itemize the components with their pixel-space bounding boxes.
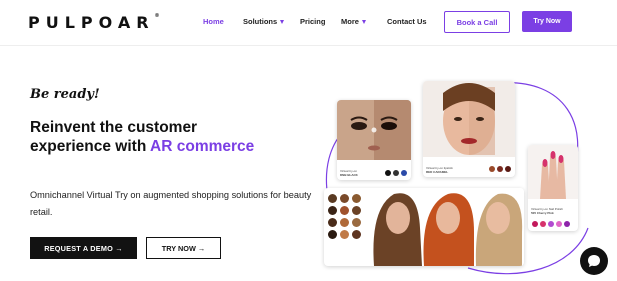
chevron-down-icon [361,20,366,25]
arrow-right-icon: → [197,243,206,253]
chat-button[interactable] [580,247,608,275]
site-header: PULPOAR® Home Solutions Pricing More Con… [0,0,617,46]
hair-photos [370,188,524,266]
lips-swatches [489,166,511,172]
hero-tagline: Be ready! [30,87,100,102]
eyes-photo [337,100,411,160]
book-call-button[interactable]: Book a Call [444,11,510,33]
hair-color-swatches [328,194,368,239]
nails-swatches [532,221,570,227]
brand-logo[interactable]: PULPOAR® [28,13,160,32]
chevron-down-icon [280,20,285,25]
headline-accent: AR commerce [150,138,255,155]
request-demo-button[interactable]: REQUEST A DEMO → [30,237,137,259]
hair-tryon-card [324,188,524,266]
eyes-product-label: Virtual try-on DNB BLACK [340,169,358,177]
hero-illustration: Virtual try-on DNB BLACK Virtual try-on l… [318,78,608,278]
nav-more[interactable]: More [341,17,366,26]
try-now-header-button[interactable]: Try Now [522,11,572,32]
nails-photo [528,145,578,199]
try-now-button[interactable]: TRY NOW → [146,237,221,259]
nails-tryon-card: Virtual try-on Nail Polish 505 Cherry Pin… [528,145,578,231]
nav-pricing[interactable]: Pricing [300,17,325,26]
hero-headline: Reinvent the customer experience with AR… [30,119,255,155]
arrow-right-icon: → [115,243,123,253]
chat-icon [588,255,600,267]
nails-product-label: Virtual try-on Nail Polish 505 Cherry Pin… [531,207,563,215]
lips-photo [423,81,515,157]
nav-solutions[interactable]: Solutions [243,17,285,26]
nav-contact[interactable]: Contact Us [387,17,427,26]
nav-home[interactable]: Home [203,17,224,26]
hero-subtext: Omnichannel Virtual Try on augmented sho… [30,190,312,217]
lips-product-label: Virtual try-on lipstick RED CARAMEL [426,166,453,174]
lips-tryon-card: Virtual try-on lipstick RED CARAMEL [423,81,515,177]
eyes-tryon-card: Virtual try-on DNB BLACK [337,100,411,180]
eyes-swatches [385,170,407,176]
